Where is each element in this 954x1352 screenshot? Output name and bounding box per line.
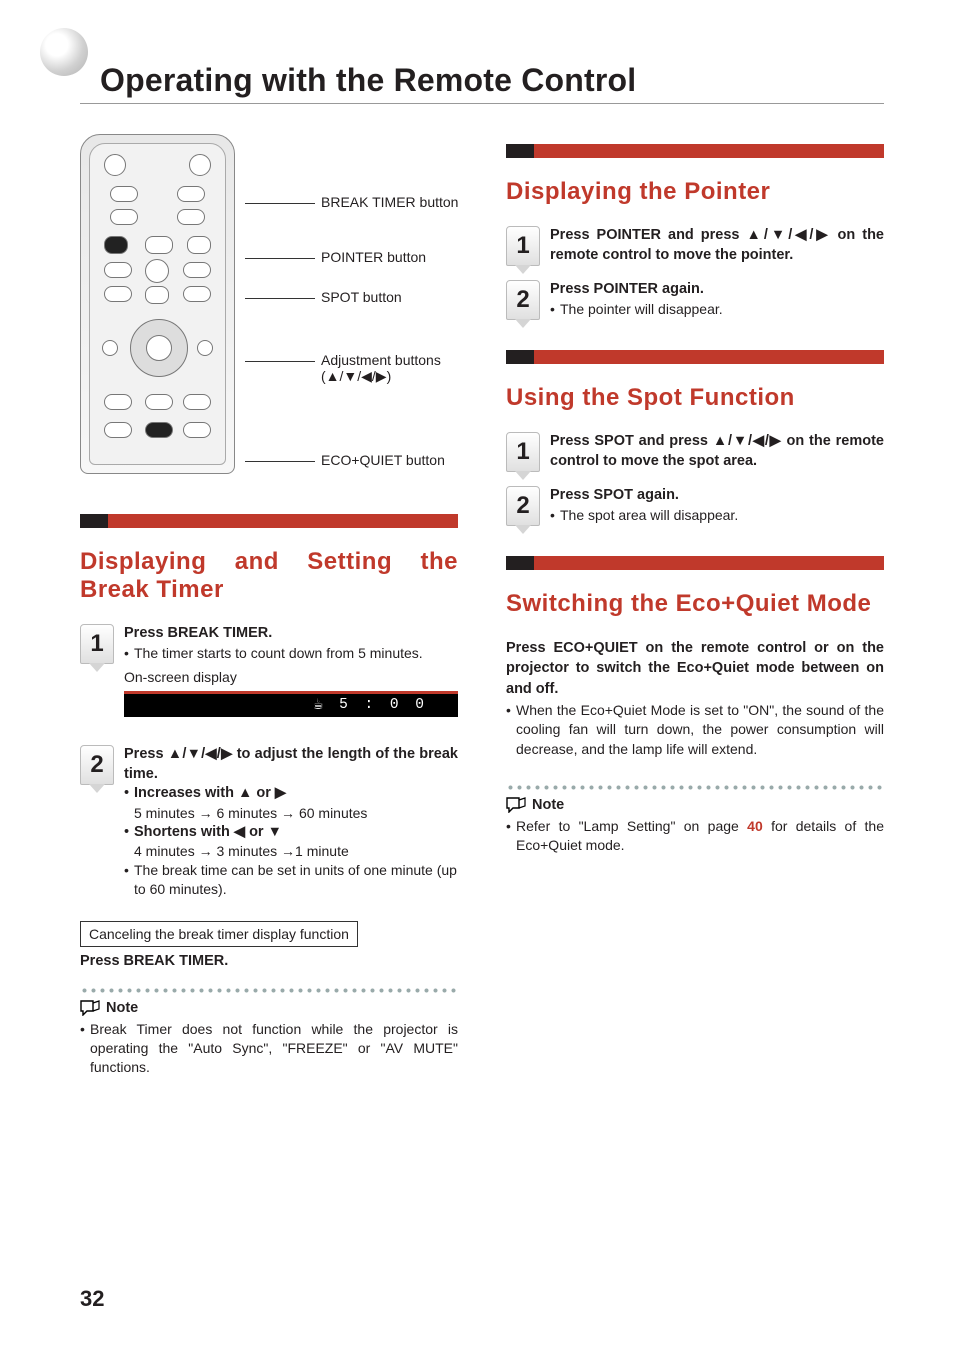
text: Press [550, 433, 594, 449]
title-underline [80, 103, 884, 104]
note-label: Note [532, 797, 564, 813]
step2-increase-label: Increases with ▲ or ▶ [134, 785, 286, 801]
text: Press [550, 487, 594, 503]
callout-adjustment-arrows: (▲/▼/◀/▶) [321, 368, 441, 385]
text: Press [506, 640, 553, 656]
eco-sub: •When the Eco+Quiet Mode is set to "ON",… [506, 701, 884, 760]
step2-shorten-detail: 4 minutes → 3 minutes →1 minute [134, 842, 458, 861]
step2-main: Press ▲/▼/◀/▶ to adjust the length of th… [124, 745, 458, 784]
heading-eco: Switching the Eco+Quiet Mode [506, 590, 884, 618]
step-1: 1 Press BREAK TIMER. The timer starts to… [80, 624, 458, 731]
heading-break-timer: Displaying and Setting the Break Timer [80, 548, 458, 604]
coffee-cup-icon: ☕ [313, 695, 323, 717]
text: Press [124, 625, 168, 641]
heading-spot: Using the Spot Function [506, 384, 884, 412]
step-2: 2 Press ▲/▼/◀/▶ to adjust the length of … [80, 745, 458, 899]
cancel-box: Canceling the break timer display functi… [80, 921, 358, 947]
note-icon [506, 797, 526, 813]
callout-break-timer: BREAK TIMER button [321, 194, 458, 210]
section-bar [506, 144, 884, 158]
step-badge-2: 2 [506, 280, 540, 320]
text: SPOT [594, 487, 633, 503]
heading-pointer: Displaying the Pointer [506, 178, 884, 206]
step2-shorten-label: Shortens with ◀ or ▼ [134, 824, 282, 840]
callout-pointer: POINTER button [321, 249, 426, 265]
text: Press [80, 953, 124, 969]
note-icon [80, 1000, 100, 1016]
callout-eco-quiet: ECO+QUIET button [321, 452, 445, 468]
text: POINTER [594, 281, 658, 297]
text: . [224, 953, 228, 969]
note-heading: Note [80, 1000, 458, 1016]
spot-step2-sub: The spot area will disappear. [550, 506, 884, 525]
step2-increase-detail: 5 minutes → 6 minutes → 60 minutes [134, 804, 458, 823]
section-bar [506, 556, 884, 570]
pointer-step2-sub: The pointer will disappear. [550, 300, 884, 319]
text: Press [550, 281, 594, 297]
section-bar [80, 514, 458, 528]
text: . [268, 625, 272, 641]
note-heading: Note [506, 797, 884, 813]
text: BREAK TIMER [168, 625, 269, 641]
spot-step-2: 2 Press SPOT again. The spot area will d… [506, 486, 884, 526]
pointer-step-1: 1 Press POINTER and press ▲/▼/◀/▶ on the… [506, 226, 884, 266]
text: POINTER [597, 227, 661, 243]
remote-control-illustration [80, 134, 235, 474]
note-separator [80, 987, 458, 994]
text: again. [658, 281, 704, 297]
text: again. [633, 487, 679, 503]
step-badge-2: 2 [506, 486, 540, 526]
step1-sub: The timer starts to count down from 5 mi… [124, 644, 458, 663]
remote-callouts: BREAK TIMER button POINTER button SPOT b… [245, 134, 458, 474]
ornament-circle [40, 28, 88, 76]
text: Press [550, 227, 597, 243]
text: ECO+QUIET [553, 640, 637, 656]
text: BREAK TIMER [124, 953, 225, 969]
step2-note: The break time can be set in units of on… [124, 861, 458, 899]
pointer-step-2: 2 Press POINTER again. The pointer will … [506, 280, 884, 320]
section-bar [506, 350, 884, 364]
osd-time: 5 : 0 0 [339, 696, 428, 716]
callout-adjustment: Adjustment buttons [321, 352, 441, 368]
osd-label: On-screen display [124, 668, 458, 687]
osd-display: ☕ 5 : 0 0 [124, 691, 458, 717]
note-separator [506, 784, 884, 791]
step-badge-1: 1 [506, 226, 540, 266]
spot-step-1: 1 Press SPOT and press ▲/▼/◀/▶ on the re… [506, 432, 884, 472]
callout-spot: SPOT button [321, 289, 402, 305]
step-badge-1: 1 [506, 432, 540, 472]
note-text-right: Refer to "Lamp Setting" on page 40 for d… [506, 817, 884, 855]
page-title: Operating with the Remote Control [100, 62, 884, 99]
note-text-left: Break Timer does not function while the … [80, 1020, 458, 1077]
text: SPOT [594, 433, 633, 449]
note-label: Note [106, 1000, 138, 1016]
step-badge-1: 1 [80, 624, 114, 664]
step-badge-2: 2 [80, 745, 114, 785]
page-number: 32 [80, 1286, 104, 1312]
